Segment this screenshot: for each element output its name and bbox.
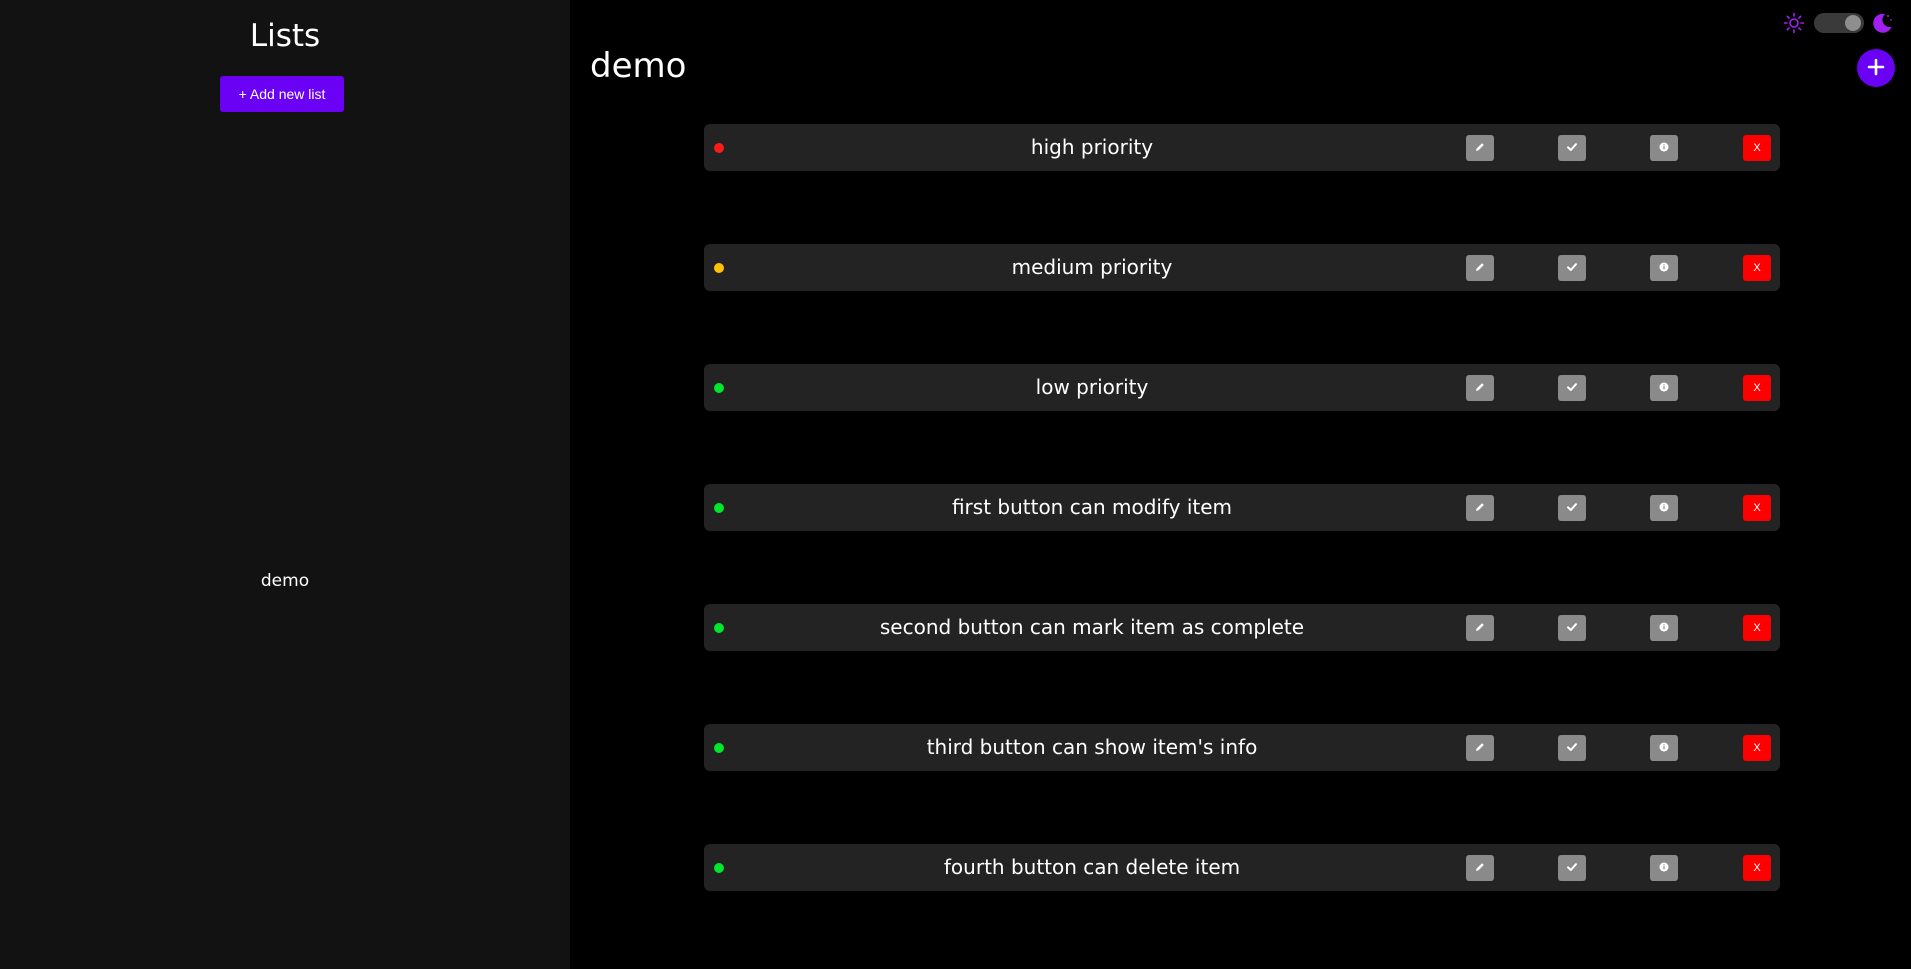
info-icon [1658, 141, 1670, 156]
complete-item-button[interactable] [1558, 855, 1586, 881]
info-item-button[interactable] [1650, 375, 1678, 401]
theme-toggle-knob [1845, 15, 1861, 31]
task-row: high priority X [704, 124, 1780, 171]
delete-item-button[interactable]: X [1743, 735, 1771, 761]
task-label: first button can modify item [951, 495, 1233, 519]
info-icon [1658, 501, 1670, 516]
info-icon [1658, 741, 1670, 756]
delete-item-button[interactable]: X [1743, 255, 1771, 281]
task-row: fourth button can delete item X [704, 844, 1780, 891]
complete-item-button[interactable] [1558, 495, 1586, 521]
sidebar-item-demo[interactable]: demo [0, 571, 570, 591]
edit-item-button[interactable] [1466, 495, 1494, 521]
info-item-button[interactable] [1650, 255, 1678, 281]
check-icon [1566, 621, 1578, 636]
edit-item-button[interactable] [1466, 375, 1494, 401]
task-row: medium priority X [704, 244, 1780, 291]
pencil-icon [1474, 261, 1486, 276]
check-icon [1566, 501, 1578, 516]
info-icon [1658, 861, 1670, 876]
pencil-icon [1474, 621, 1486, 636]
pencil-icon [1474, 381, 1486, 396]
check-icon [1566, 261, 1578, 276]
edit-item-button[interactable] [1466, 255, 1494, 281]
info-icon [1658, 261, 1670, 276]
delete-item-button[interactable]: X [1743, 135, 1771, 161]
complete-item-button[interactable] [1558, 735, 1586, 761]
delete-item-button[interactable]: X [1743, 615, 1771, 641]
edit-item-button[interactable] [1466, 735, 1494, 761]
main-panel: demo high priority X medium priority X l… [570, 0, 1911, 969]
task-row: third button can show item's info X [704, 724, 1780, 771]
complete-item-button[interactable] [1558, 255, 1586, 281]
info-item-button[interactable] [1650, 135, 1678, 161]
info-item-button[interactable] [1650, 615, 1678, 641]
info-item-button[interactable] [1650, 495, 1678, 521]
info-icon [1658, 381, 1670, 396]
delete-item-button[interactable]: X [1743, 855, 1771, 881]
check-icon [1566, 741, 1578, 756]
task-label: medium priority [1011, 255, 1173, 279]
task-row: second button can mark item as complete [704, 604, 1780, 651]
page-title: demo [590, 46, 687, 86]
edit-item-button[interactable] [1466, 855, 1494, 881]
pencil-icon [1474, 141, 1486, 156]
task-row: first button can modify item X [704, 484, 1780, 531]
sun-icon[interactable] [1782, 11, 1806, 35]
task-label: third button can show item's info [926, 735, 1258, 759]
task-label: high priority [1030, 135, 1154, 159]
sidebar-title: Lists [249, 18, 321, 54]
task-row: low priority X [704, 364, 1780, 411]
delete-item-button[interactable]: X [1743, 375, 1771, 401]
task-label: second button can mark item as complete [879, 615, 1305, 639]
complete-item-button[interactable] [1558, 135, 1586, 161]
edit-item-button[interactable] [1466, 615, 1494, 641]
check-icon [1566, 141, 1578, 156]
add-new-list-button[interactable]: + Add new list [220, 76, 344, 112]
task-label: fourth button can delete item [943, 855, 1241, 879]
check-icon [1566, 861, 1578, 876]
complete-item-button[interactable] [1558, 375, 1586, 401]
pencil-icon [1474, 501, 1486, 516]
info-icon [1658, 621, 1670, 636]
info-item-button[interactable] [1650, 855, 1678, 881]
moon-icon[interactable] [1870, 11, 1894, 35]
task-label: low priority [1035, 375, 1149, 399]
theme-toggle[interactable] [1814, 13, 1864, 33]
complete-item-button[interactable] [1558, 615, 1586, 641]
theme-switch [1782, 11, 1902, 35]
sidebar: Lists + Add new list demo [0, 0, 570, 969]
plus-icon [1867, 58, 1885, 79]
delete-item-button[interactable]: X [1743, 495, 1771, 521]
pencil-icon [1474, 741, 1486, 756]
pencil-icon [1474, 861, 1486, 876]
edit-item-button[interactable] [1466, 135, 1494, 161]
add-item-button[interactable] [1857, 49, 1895, 87]
info-item-button[interactable] [1650, 735, 1678, 761]
check-icon [1566, 381, 1578, 396]
sidebar-lists: demo [0, 571, 570, 591]
task-list: high priority X medium priority X low pr… [704, 124, 1780, 964]
